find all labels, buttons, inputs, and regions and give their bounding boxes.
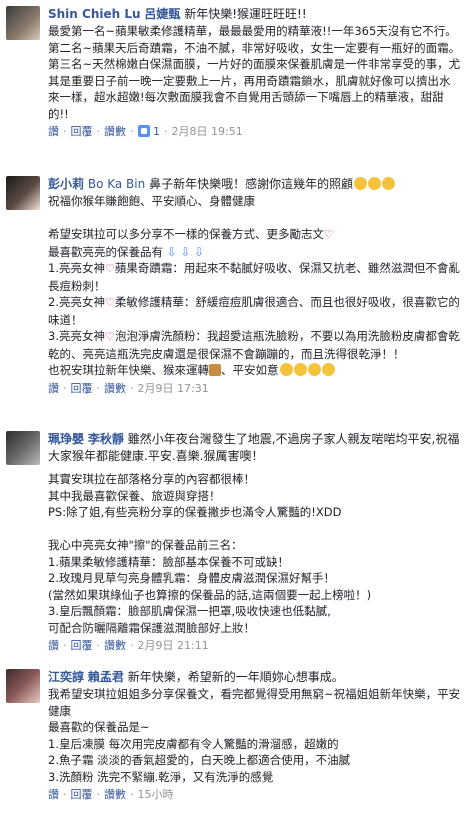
comment-meta: 讚 · 回覆 · 讚數 · 2月9日 17:31 — [48, 381, 209, 395]
comment-time[interactable]: 2月8日 19:51 — [172, 125, 243, 138]
avatar[interactable] — [6, 669, 40, 703]
like-button[interactable]: 讚 — [48, 788, 59, 801]
comment-time[interactable]: 2月9日 17:31 — [138, 382, 209, 395]
arrow-down-icon: ⇩ — [180, 244, 191, 259]
avatar[interactable] — [6, 431, 40, 465]
comment-time[interactable]: 15小時 — [138, 788, 174, 801]
comment-header: 江奕諄 賴孟君 新年快樂，希望新的一年順妳心想事成。 — [48, 669, 461, 686]
comment-author[interactable]: 珮琤嬰 — [48, 432, 84, 446]
comment-inline-text: 新年快樂!猴運旺旺旺!! — [184, 7, 307, 21]
comment-meta: 讚 · 回覆 · 讚數 · 1 · 2月8日 19:51 — [48, 125, 243, 138]
heart-icon: ♡ — [104, 296, 115, 309]
body-line: 最喜歡亮亮的保養品有 — [48, 244, 163, 259]
smile-emoji-icon — [321, 363, 335, 376]
comment: 江奕諄 賴孟君 新年快樂，希望新的一年順妳心想事成。 我希望安琪拉姐姐多分享保養… — [0, 663, 469, 823]
comment-header: 彭小莉 Bo Ka Bin 鼻子新年快樂哦！感謝你這幾年的照顧 — [48, 176, 461, 193]
comment-meta: 讚 · 回覆 · 讚數 · 15小時 — [48, 788, 174, 801]
heart-icon: ♡ — [104, 330, 115, 343]
comment-author-alt[interactable]: Bo Ka Bin — [88, 177, 145, 191]
comment-author[interactable]: Shin Chieh Lu — [48, 7, 141, 21]
like-button[interactable]: 讚 — [48, 125, 59, 138]
body-line: 3.亮亮女神 — [48, 329, 105, 343]
comment-author-alt[interactable]: 李秋靜 — [88, 432, 124, 446]
body-line: 希望安琪拉可以多分享不一樣的保養方式、更多勵志文 — [48, 227, 324, 241]
comment: 珮琤嬰 李秋靜 雖然小年夜台灣發生了地震,不過房子家人親友啱啱均平安,祝福大家猴… — [0, 425, 469, 663]
comment-inline-text: 新年快樂，希望新的一年順妳心想事成。 — [127, 670, 344, 684]
comment-header: 珮琤嬰 李秋靜 雖然小年夜台灣發生了地震,不過房子家人親友啱啱均平安,祝福大家猴… — [48, 431, 461, 465]
heart-icon: ♡ — [324, 228, 334, 241]
comment: Shin Chieh Lu 呂婕甄 新年快樂!猴運旺旺旺!! 最愛第一名~蘋果敏… — [0, 0, 469, 170]
comment-author[interactable]: 江奕諄 — [48, 670, 84, 684]
reply-button[interactable]: 回覆 — [71, 382, 93, 395]
smile-emoji-icon — [382, 177, 396, 190]
comment-body: 其實安琪拉在部落格分享的內容都很棒！ 其中我最喜歡保養、旅遊與穿搭！ PS:除了… — [48, 472, 372, 635]
comment-author-alt[interactable]: 呂婕甄 — [144, 7, 180, 21]
comment-header: Shin Chieh Lu 呂婕甄 新年快樂!猴運旺旺旺!! — [48, 6, 461, 23]
like-count-button[interactable]: 讚數 — [104, 639, 126, 652]
smile-emoji-icon — [354, 177, 368, 190]
like-icon — [137, 125, 150, 137]
reply-button[interactable]: 回覆 — [71, 788, 93, 801]
smile-emoji-icon — [368, 177, 382, 190]
like-button[interactable]: 讚 — [48, 639, 59, 652]
like-count[interactable]: 1 — [153, 125, 160, 138]
reply-button[interactable]: 回覆 — [71, 125, 93, 138]
comment: 彭小莉 Bo Ka Bin 鼻子新年快樂哦！感謝你這幾年的照顧 祝福你猴年賺飽飽… — [0, 170, 469, 425]
comment-author[interactable]: 彭小莉 — [48, 177, 84, 191]
reply-button[interactable]: 回覆 — [71, 639, 93, 652]
heart-icon: ♡ — [104, 262, 115, 275]
like-count-button[interactable]: 讚數 — [104, 382, 126, 395]
arrow-down-icon: ⇩ — [166, 244, 177, 259]
like-count-button[interactable]: 讚數 — [104, 788, 126, 801]
body-line: 也祝安琪拉新年快樂、猴來運轉 — [48, 363, 209, 377]
comment-author-alt[interactable]: 賴孟君 — [88, 670, 124, 684]
comment-meta: 讚 · 回覆 · 讚數 · 2月9日 21:11 — [48, 639, 209, 652]
avatar[interactable] — [6, 176, 40, 210]
smile-emoji-icon — [307, 363, 321, 376]
arrow-down-icon: ⇩ — [194, 244, 205, 259]
comment-inline-text: 鼻子新年快樂哦！感謝你這幾年的照顧 — [149, 177, 354, 191]
like-count-button[interactable]: 讚數 — [104, 125, 126, 138]
smile-emoji-icon — [279, 363, 293, 376]
body-line: 、平安如意 — [221, 363, 279, 377]
comment-time[interactable]: 2月9日 21:11 — [138, 639, 209, 652]
like-button[interactable]: 讚 — [48, 382, 59, 395]
body-line: 2.亮亮女神 — [48, 295, 105, 309]
comment-body: 我希望安琪拉姐姐多分享保養文，看完都覺得受用無窮~祝福姐姐新年快樂，平安健康 最… — [48, 687, 461, 784]
body-line: 1.亮亮女神 — [48, 261, 105, 275]
comment-body: 祝福你猴年賺飽飽、平安順心、身體健康 希望安琪拉可以多分享不一樣的保養方式、更多… — [48, 193, 461, 379]
body-line: 祝福你猴年賺飽飽、平安順心、身體健康 — [48, 194, 255, 208]
money-bag-icon — [209, 364, 221, 376]
comment-body: 最愛第一名~蘋果敏柔修護精華，最最最愛用的精華液!!一年365天沒有它不行。 第… — [48, 24, 461, 121]
avatar[interactable] — [6, 6, 40, 40]
smile-emoji-icon — [293, 363, 307, 376]
